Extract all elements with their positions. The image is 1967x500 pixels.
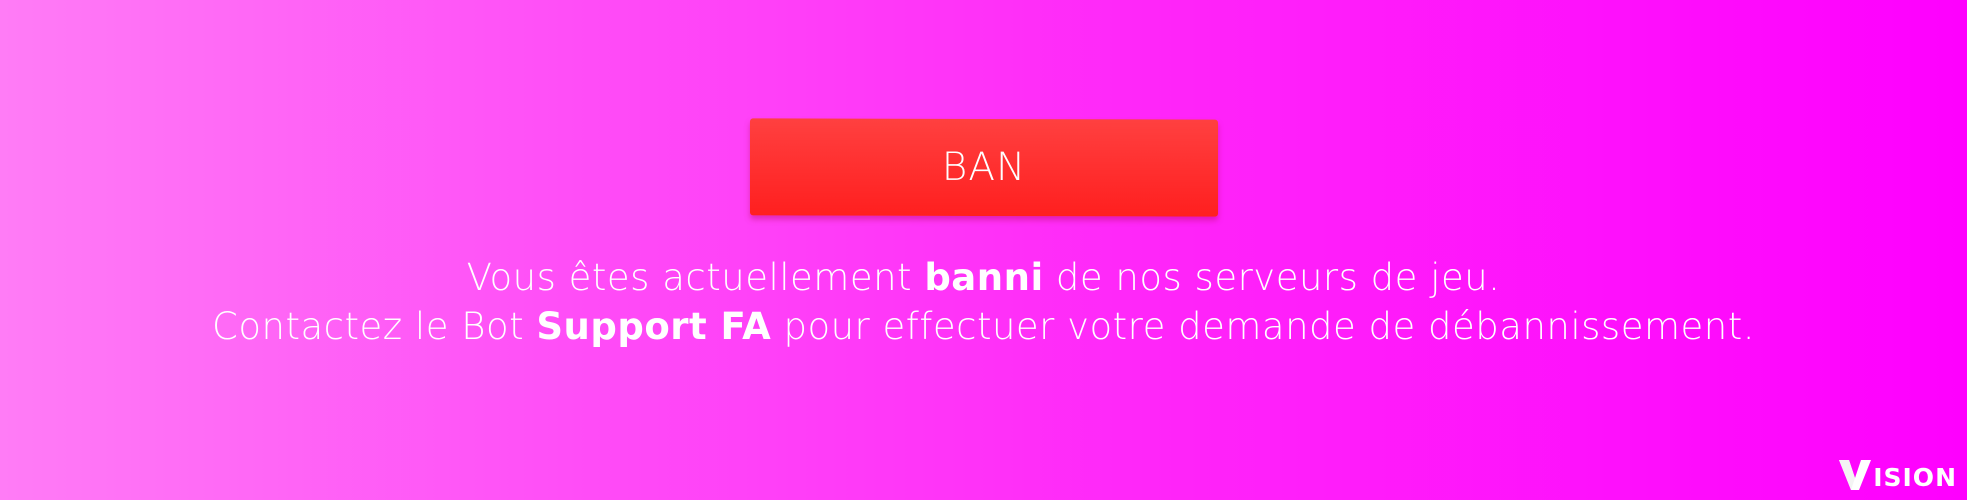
vision-logo-text: ISION (1873, 463, 1957, 492)
support-bot-name: Support FA (536, 305, 772, 348)
ban-screen: BAN Vous êtes actuellement banni de nos … (0, 0, 1967, 500)
banned-keyword: banni (924, 256, 1044, 299)
ban-message: Vous êtes actuellement banni de nos serv… (0, 253, 1967, 351)
ban-message-line-2: Contactez le Bot Support FA pour effectu… (0, 302, 1967, 351)
vision-logo-v-icon (1839, 460, 1872, 490)
ban-message-line-1-end: de nos serveurs de jeu. (1043, 256, 1501, 299)
ban-button[interactable]: BAN (750, 118, 1218, 217)
ban-message-line-1-start: Vous êtes actuellement (466, 256, 925, 299)
ban-message-line-2-start: Contactez le Bot (212, 305, 537, 348)
ban-message-line-2-end: pour effectuer votre demande de débannis… (771, 305, 1755, 348)
vision-logo: ISION (1838, 459, 1957, 491)
ban-message-line-1: Vous êtes actuellement banni de nos serv… (0, 253, 1967, 302)
